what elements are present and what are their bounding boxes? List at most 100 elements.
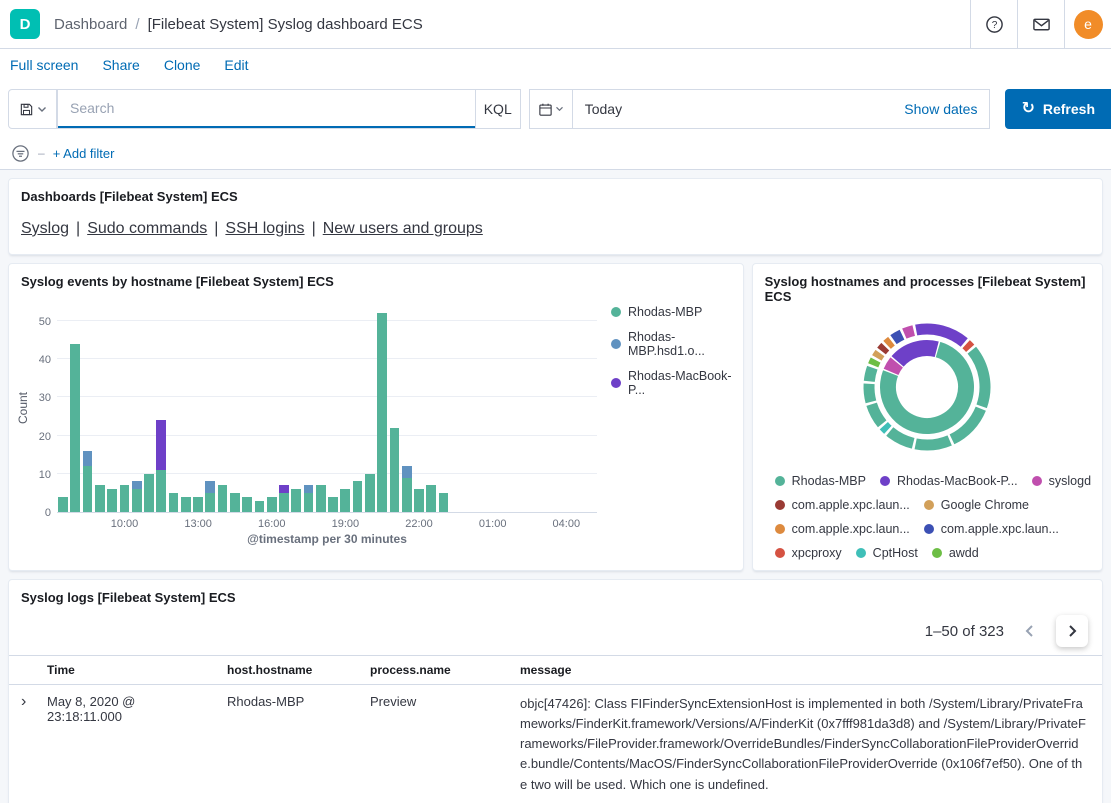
query-bar: KQL Today Show dates ↻ Refresh	[0, 81, 1111, 137]
bar[interactable]	[70, 344, 80, 512]
bar[interactable]	[279, 485, 289, 512]
donut-legend-item[interactable]: Rhodas-MacBook-P...	[880, 474, 1018, 488]
donut-legend-item[interactable]: CptHost	[856, 546, 918, 560]
markdown-panel-title[interactable]: Dashboards [Filebeat System] ECS	[9, 179, 1102, 208]
bar[interactable]	[353, 481, 363, 512]
breadcrumb-dashboard-link[interactable]: Dashboard	[54, 16, 127, 33]
logs-panel-title[interactable]: Syslog logs [Filebeat System] ECS	[9, 580, 1102, 609]
date-quick-select-button[interactable]	[529, 89, 573, 129]
help-button[interactable]: ?	[970, 0, 1017, 48]
donut-segment[interactable]	[890, 431, 913, 443]
donut-legend-item[interactable]: Google Chrome	[924, 498, 1029, 512]
bar-legend-item[interactable]: Rhodas-MBP	[611, 305, 737, 319]
donut-svg[interactable]	[852, 312, 1002, 462]
prev-page-button[interactable]	[1014, 615, 1046, 647]
bar[interactable]	[390, 428, 400, 512]
space-avatar[interactable]: D	[10, 9, 40, 39]
donut-legend-item[interactable]: syslogd	[1032, 474, 1091, 488]
bar[interactable]	[304, 485, 314, 512]
donut-segment[interactable]	[877, 353, 880, 358]
bar[interactable]	[377, 313, 387, 512]
bar[interactable]	[439, 493, 449, 512]
donut-segment[interactable]	[869, 384, 871, 402]
bar[interactable]	[169, 493, 179, 512]
newsfeed-button[interactable]	[1017, 0, 1064, 48]
search-input[interactable]	[58, 90, 475, 128]
syslog-link[interactable]: Syslog	[21, 220, 69, 237]
bar[interactable]	[230, 493, 240, 512]
expand-row-icon[interactable]: ›	[17, 694, 26, 710]
processes-panel-title[interactable]: Syslog hostnames and processes [Filebeat…	[753, 264, 1102, 308]
share-link[interactable]: Share	[102, 57, 139, 73]
refresh-button[interactable]: ↻ Refresh	[1005, 89, 1111, 129]
clone-link[interactable]: Clone	[164, 57, 201, 73]
bar[interactable]	[365, 474, 375, 512]
legend-dot	[775, 548, 785, 558]
saved-query-button[interactable]	[8, 89, 57, 129]
new-users-groups-link[interactable]: New users and groups	[323, 220, 483, 237]
bar-legend-item[interactable]: Rhodas-MacBook-P...	[611, 369, 737, 397]
bar[interactable]	[83, 451, 93, 512]
donut-segment[interactable]	[972, 350, 985, 406]
bar[interactable]	[205, 481, 215, 512]
bar[interactable]	[291, 489, 301, 512]
bar[interactable]	[255, 501, 265, 512]
bar[interactable]	[316, 485, 326, 512]
donut-segment[interactable]	[905, 331, 914, 334]
next-page-button[interactable]	[1056, 615, 1088, 647]
donut-segment[interactable]	[898, 348, 937, 361]
legend-label: Rhodas-MBP.hsd1.o...	[628, 330, 737, 358]
bar[interactable]	[242, 497, 252, 512]
donut-legend-item[interactable]: Rhodas-MBP	[775, 474, 866, 488]
bar[interactable]	[107, 489, 117, 512]
bar[interactable]	[58, 497, 68, 512]
ssh-logins-link[interactable]: SSH logins	[225, 220, 304, 237]
donut-segment[interactable]	[966, 344, 970, 348]
bar[interactable]	[402, 466, 412, 512]
legend-dot	[924, 500, 934, 510]
bar[interactable]	[95, 485, 105, 512]
bar[interactable]	[181, 497, 191, 512]
bar[interactable]	[193, 497, 203, 512]
kibana-dashboard-app: D Dashboard / [Filebeat System] Syslog d…	[0, 0, 1111, 803]
show-dates-button[interactable]: Show dates	[904, 101, 977, 117]
time-cell: May 8, 2020 @ 23:18:11.000	[39, 685, 219, 803]
bar[interactable]	[156, 420, 166, 512]
donut-segment[interactable]	[870, 368, 873, 382]
donut-segment[interactable]	[887, 341, 891, 345]
bar-legend-item[interactable]: Rhodas-MBP.hsd1.o...	[611, 330, 737, 358]
user-menu-button[interactable]: e	[1064, 0, 1111, 48]
bar[interactable]	[328, 497, 338, 512]
add-filter-button[interactable]: + Add filter	[53, 146, 115, 161]
donut-segment[interactable]	[916, 440, 950, 445]
bar[interactable]	[132, 481, 142, 512]
full-screen-link[interactable]: Full screen	[10, 57, 78, 73]
donut-legend-item[interactable]: com.apple.xpc.laun...	[775, 498, 910, 512]
events-panel-title[interactable]: Syslog events by hostname [Filebeat Syst…	[9, 264, 743, 293]
kql-button[interactable]: KQL	[475, 90, 520, 128]
edit-link[interactable]: Edit	[224, 57, 248, 73]
bar[interactable]	[426, 485, 436, 512]
donut-segment[interactable]	[884, 426, 888, 430]
donut-segment[interactable]	[891, 362, 897, 371]
bar[interactable]	[267, 497, 277, 512]
bar[interactable]	[414, 489, 424, 512]
donut-segment[interactable]	[872, 404, 883, 424]
donut-legend-item[interactable]: com.apple.xpc.laun...	[924, 522, 1059, 536]
donut-segment[interactable]	[894, 335, 903, 340]
donut-segment[interactable]	[874, 360, 876, 365]
date-value[interactable]: Today	[585, 101, 622, 117]
refresh-icon: ↻	[1021, 101, 1034, 117]
donut-legend-item[interactable]: xpcproxy	[775, 546, 842, 560]
filter-options-button[interactable]	[11, 144, 30, 163]
sudo-commands-link[interactable]: Sudo commands	[87, 220, 207, 237]
bar[interactable]	[120, 485, 130, 512]
bar[interactable]	[144, 474, 154, 512]
donut-legend-item[interactable]: awdd	[932, 546, 979, 560]
donut-legend-item[interactable]: com.apple.xpc.laun...	[775, 522, 910, 536]
bar-plot[interactable]	[57, 303, 597, 513]
donut-segment[interactable]	[882, 347, 886, 351]
bar[interactable]	[340, 489, 350, 512]
legend-label: Rhodas-MBP	[628, 305, 702, 319]
bar[interactable]	[218, 485, 228, 512]
